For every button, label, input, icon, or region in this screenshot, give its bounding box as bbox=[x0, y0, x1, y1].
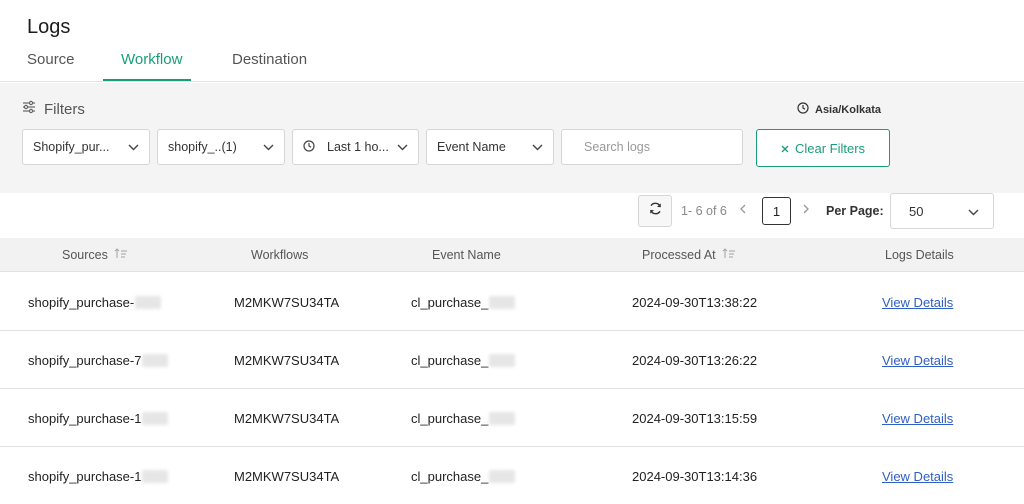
clock-icon bbox=[303, 139, 315, 155]
previous-page-button[interactable] bbox=[739, 201, 746, 217]
source-text: shopify_purchase-1 bbox=[28, 469, 142, 484]
workflow-cell: M2MKW7SU34TA bbox=[234, 411, 340, 426]
event-cell: cl_purchase_ bbox=[411, 411, 516, 426]
column-label: Event Name bbox=[432, 248, 501, 262]
chevron-down-icon bbox=[263, 140, 274, 154]
redacted-text bbox=[142, 412, 169, 425]
sort-icon[interactable] bbox=[722, 248, 736, 262]
event-name-value: Event Name bbox=[437, 140, 506, 154]
column-label: Workflows bbox=[251, 248, 309, 262]
redacted-text bbox=[489, 412, 516, 425]
chevron-down-icon bbox=[968, 204, 979, 219]
chevron-right-icon bbox=[803, 201, 810, 217]
current-page-button[interactable]: 1 bbox=[762, 197, 791, 225]
workflow-filter-select[interactable]: shopify_..(1) bbox=[157, 129, 285, 165]
table-row: shopify_purchase-1 M2MKW7SU34TA cl_purch… bbox=[0, 389, 1024, 447]
timezone-label: Asia/Kolkata bbox=[815, 103, 882, 116]
redacted-text bbox=[489, 470, 516, 483]
chevron-left-icon bbox=[739, 201, 746, 217]
chevron-down-icon bbox=[532, 140, 543, 154]
source-cell: shopify_purchase-1 bbox=[28, 469, 169, 484]
time-range-value: Last 1 ho... bbox=[327, 140, 389, 154]
tab-destination[interactable]: Destination bbox=[232, 51, 307, 68]
tab-source[interactable]: Source bbox=[27, 51, 75, 68]
filters-panel: Filters Asia/Kolkata Shopify_pur... shop… bbox=[0, 83, 1024, 193]
active-tab-indicator bbox=[103, 79, 191, 81]
sliders-icon bbox=[22, 100, 36, 118]
redacted-text bbox=[489, 296, 516, 309]
tab-workflow[interactable]: Workflow bbox=[121, 51, 182, 68]
column-header-sources[interactable]: Sources bbox=[62, 248, 128, 262]
column-header-processed-at[interactable]: Processed At bbox=[642, 248, 736, 262]
event-text: cl_purchase_ bbox=[411, 411, 489, 426]
chevron-down-icon bbox=[397, 140, 408, 154]
processed-at-cell: 2024-09-30T13:14:36 bbox=[632, 469, 758, 484]
event-cell: cl_purchase_ bbox=[411, 469, 516, 484]
table-row: shopify_purchase- M2MKW7SU34TA cl_purcha… bbox=[0, 273, 1024, 331]
refresh-button[interactable] bbox=[638, 195, 672, 227]
table-row: shopify_purchase-7 M2MKW7SU34TA cl_purch… bbox=[0, 331, 1024, 389]
tab-bar: Source Workflow Destination bbox=[0, 48, 1024, 82]
search-box bbox=[561, 129, 743, 165]
view-details-link[interactable]: View Details bbox=[882, 469, 953, 484]
source-cell: shopify_purchase-1 bbox=[28, 411, 169, 426]
filters-label: Filters bbox=[44, 100, 85, 118]
column-label: Sources bbox=[62, 248, 108, 262]
page-title: Logs bbox=[27, 16, 71, 38]
event-text: cl_purchase_ bbox=[411, 469, 489, 484]
next-page-button[interactable] bbox=[803, 201, 810, 217]
clear-filters-button[interactable]: Clear Filters bbox=[756, 129, 890, 167]
view-details-link[interactable]: View Details bbox=[882, 411, 953, 426]
column-label: Processed At bbox=[642, 248, 716, 262]
source-text: shopify_purchase-7 bbox=[28, 353, 142, 368]
time-range-select[interactable]: Last 1 ho... bbox=[292, 129, 419, 165]
source-filter-select[interactable]: Shopify_pur... bbox=[22, 129, 150, 165]
column-label: Logs Details bbox=[885, 248, 954, 262]
source-filter-value: Shopify_pur... bbox=[33, 140, 110, 154]
per-page-label: Per Page: bbox=[826, 204, 884, 218]
column-header-logs-details: Logs Details bbox=[885, 248, 954, 262]
redacted-text bbox=[142, 354, 169, 367]
workflow-cell: M2MKW7SU34TA bbox=[234, 295, 340, 310]
redacted-text bbox=[489, 354, 516, 367]
filters-header: Filters bbox=[22, 100, 85, 118]
view-details-link[interactable]: View Details bbox=[882, 295, 953, 310]
event-cell: cl_purchase_ bbox=[411, 353, 516, 368]
source-text: shopify_purchase-1 bbox=[28, 411, 142, 426]
search-input[interactable] bbox=[584, 140, 732, 154]
close-icon bbox=[781, 141, 789, 156]
redacted-text bbox=[135, 296, 162, 309]
clock-icon bbox=[797, 102, 809, 117]
source-text: shopify_purchase- bbox=[28, 295, 135, 310]
event-cell: cl_purchase_ bbox=[411, 295, 516, 310]
event-text: cl_purchase_ bbox=[411, 295, 489, 310]
view-details-link[interactable]: View Details bbox=[882, 353, 953, 368]
column-header-event-name: Event Name bbox=[432, 248, 501, 262]
workflow-cell: M2MKW7SU34TA bbox=[234, 469, 340, 484]
per-page-select[interactable]: 50 bbox=[890, 193, 994, 229]
table-row: shopify_purchase-1 M2MKW7SU34TA cl_purch… bbox=[0, 447, 1024, 504]
sort-icon[interactable] bbox=[114, 248, 128, 262]
redacted-text bbox=[142, 470, 169, 483]
processed-at-cell: 2024-09-30T13:26:22 bbox=[632, 353, 758, 368]
event-text: cl_purchase_ bbox=[411, 353, 489, 368]
source-cell: shopify_purchase-7 bbox=[28, 353, 169, 368]
event-name-select[interactable]: Event Name bbox=[426, 129, 554, 165]
processed-at-cell: 2024-09-30T13:15:59 bbox=[632, 411, 758, 426]
table-header: Sources Workflows Event Name Processed A… bbox=[0, 238, 1024, 272]
refresh-icon bbox=[648, 201, 663, 221]
chevron-down-icon bbox=[128, 140, 139, 154]
workflow-filter-value: shopify_..(1) bbox=[168, 140, 237, 154]
column-header-workflows: Workflows bbox=[251, 248, 308, 262]
pagination-range: 1- 6 of 6 bbox=[681, 204, 727, 218]
clear-filters-label: Clear Filters bbox=[794, 140, 866, 156]
per-page-value: 50 bbox=[909, 203, 924, 219]
workflow-cell: M2MKW7SU34TA bbox=[234, 353, 340, 368]
source-cell: shopify_purchase- bbox=[28, 295, 162, 310]
processed-at-cell: 2024-09-30T13:38:22 bbox=[632, 295, 758, 310]
timezone-indicator: Asia/Kolkata bbox=[797, 102, 881, 117]
